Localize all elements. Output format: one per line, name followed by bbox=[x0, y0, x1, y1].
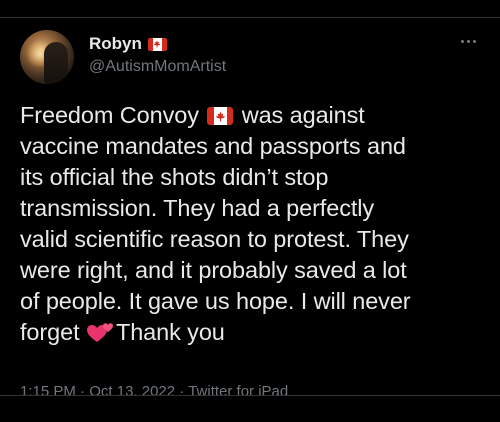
tweet-line: Freedom Convoy was against bbox=[20, 100, 490, 131]
tweet-line: valid scientific reason to protest. They bbox=[20, 226, 409, 252]
tweet-text-fragment: Thank you bbox=[115, 319, 225, 345]
two-hearts-icon bbox=[86, 323, 113, 342]
top-divider bbox=[0, 0, 500, 18]
more-options-icon[interactable] bbox=[456, 36, 480, 46]
author-handle[interactable]: @AutismMomArtist bbox=[89, 58, 226, 76]
tweet-text-fragment: was against bbox=[241, 102, 365, 128]
tweet-line: vaccine mandates and passports and bbox=[20, 133, 406, 159]
canada-flag-icon bbox=[207, 107, 234, 125]
avatar[interactable] bbox=[20, 30, 74, 84]
tweet-line: were right, and it probably saved a lot bbox=[20, 257, 407, 283]
author-name-row[interactable]: Robyn bbox=[89, 33, 167, 55]
tweet-line: its official the shots didn’t stop bbox=[20, 164, 329, 190]
tweet-line: transmission. They had a perfectly bbox=[20, 195, 375, 221]
bottom-divider bbox=[0, 395, 500, 422]
tweet-text-fragment: forget bbox=[20, 319, 80, 345]
display-name[interactable]: Robyn bbox=[89, 34, 142, 54]
tweet-line: forget Thank you bbox=[20, 317, 490, 348]
canada-flag-icon bbox=[147, 37, 167, 51]
tweet-line: of people. It gave us hope. I will never bbox=[20, 288, 411, 314]
tweet-text-fragment: Freedom Convoy bbox=[20, 102, 199, 128]
avatar-figure bbox=[44, 42, 68, 84]
tweet-text: Freedom Convoy was against vaccine manda… bbox=[20, 100, 490, 348]
